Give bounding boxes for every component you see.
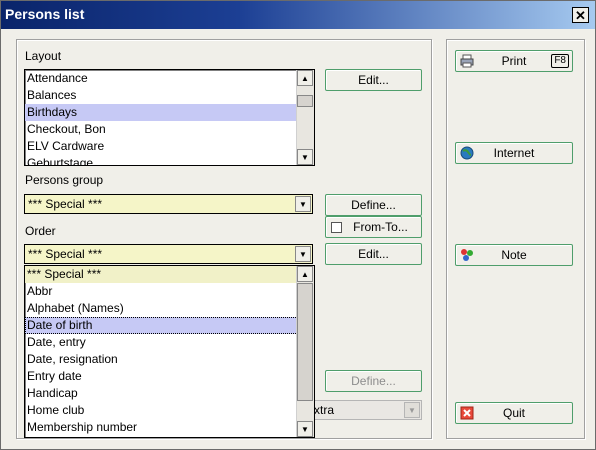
- order-option[interactable]: *** Special ***: [25, 266, 314, 283]
- order-value: *** Special ***: [28, 247, 103, 261]
- order-option[interactable]: Entry date: [25, 368, 314, 385]
- layout-item-birthdays[interactable]: Birthdays: [25, 104, 314, 121]
- note-button[interactable]: Note: [455, 244, 573, 266]
- order-option[interactable]: Handicap: [25, 385, 314, 402]
- layout-item-geburtstage[interactable]: Geburtstage: [25, 155, 314, 165]
- order-edit-button[interactable]: Edit...: [325, 243, 422, 265]
- printer-icon: [460, 54, 474, 68]
- scroll-up-icon[interactable]: ▲: [297, 266, 313, 282]
- scroll-thumb[interactable]: [297, 95, 313, 107]
- print-label: Print: [501, 54, 527, 68]
- order-option[interactable]: Date, resignation: [25, 351, 314, 368]
- persons-list-window: Persons list ✕ Layout Attendance Balance…: [0, 0, 596, 450]
- quit-icon: [460, 406, 474, 420]
- scroll-down-icon[interactable]: ▼: [297, 149, 313, 165]
- chevron-down-icon[interactable]: ▼: [295, 196, 311, 212]
- chevron-down-icon[interactable]: ▼: [295, 246, 311, 262]
- order-option-selected[interactable]: Date of birth: [25, 317, 314, 334]
- order-option[interactable]: Alphabet (Names): [25, 300, 314, 317]
- right-panel: [446, 39, 585, 439]
- hidden-define-button: Define...: [325, 370, 422, 392]
- scroll-thumb[interactable]: [297, 283, 313, 401]
- layout-item-balances[interactable]: Balances: [25, 87, 314, 104]
- note-label: Note: [501, 248, 527, 262]
- order-label: Order: [25, 224, 56, 238]
- order-dropdown-scrollbar[interactable]: ▲ ▼: [296, 266, 314, 437]
- order-option[interactable]: Abbr: [25, 283, 314, 300]
- layout-edit-button[interactable]: Edit...: [325, 69, 422, 91]
- quit-button[interactable]: Quit: [455, 402, 573, 424]
- persons-group-label: Persons group: [25, 173, 104, 187]
- print-shortcut: F8: [551, 54, 569, 68]
- internet-label: Internet: [493, 146, 535, 160]
- hidden-extra-combo-text: xtra: [314, 403, 335, 417]
- order-option[interactable]: Home club: [25, 402, 314, 419]
- window-title: Persons list: [5, 6, 85, 22]
- order-option[interactable]: Date, entry: [25, 334, 314, 351]
- print-button[interactable]: Print F8: [455, 50, 573, 72]
- title-bar[interactable]: Persons list ✕: [1, 1, 595, 29]
- order-dropdown-list[interactable]: *** Special *** Abbr Alphabet (Names) Da…: [24, 265, 315, 438]
- close-icon[interactable]: ✕: [575, 9, 586, 22]
- quit-label: Quit: [502, 406, 525, 420]
- layout-item-elv-cardware[interactable]: ELV Cardware: [25, 138, 314, 155]
- layout-listbox[interactable]: Attendance Balances Birthdays Checkout, …: [24, 69, 315, 166]
- persons-group-combo[interactable]: *** Special *** ▼: [24, 194, 313, 214]
- scroll-down-icon[interactable]: ▼: [297, 421, 313, 437]
- close-button[interactable]: ✕: [572, 7, 589, 23]
- internet-button[interactable]: Internet: [455, 142, 573, 164]
- globe-icon: [460, 146, 474, 160]
- note-icon: [461, 249, 473, 261]
- layout-item-checkout-bon[interactable]: Checkout, Bon: [25, 121, 314, 138]
- layout-label: Layout: [25, 49, 62, 63]
- layout-scrollbar[interactable]: ▲ ▼: [296, 70, 314, 165]
- chevron-down-icon: ▼: [404, 402, 420, 418]
- from-to-label: From-To...: [353, 220, 408, 234]
- from-to-checkbox[interactable]: [331, 222, 342, 233]
- persons-group-value: *** Special ***: [28, 197, 103, 211]
- persons-group-define-button[interactable]: Define...: [325, 194, 422, 216]
- from-to-button[interactable]: From-To...: [325, 216, 422, 238]
- order-combo[interactable]: *** Special *** ▼: [24, 244, 313, 264]
- order-option[interactable]: Membership number: [25, 419, 314, 436]
- scroll-up-icon[interactable]: ▲: [297, 70, 313, 86]
- layout-item-attendance[interactable]: Attendance: [25, 70, 314, 87]
